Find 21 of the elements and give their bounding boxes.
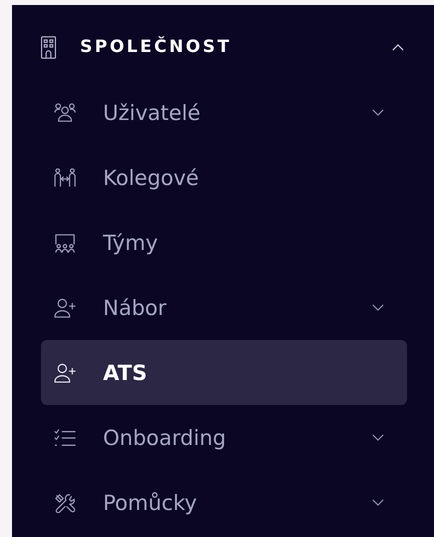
menu-item[interactable]: Uživatelé bbox=[41, 80, 407, 145]
chevron-icon bbox=[392, 44, 404, 50]
team-icon bbox=[54, 232, 76, 252]
menu-item[interactable]: Týmy bbox=[41, 210, 407, 275]
chevron-down-icon bbox=[372, 499, 384, 506]
chevron-down-icon bbox=[372, 434, 384, 441]
checklist-icon bbox=[54, 428, 76, 448]
menu-item[interactable]: Pomůcky bbox=[41, 470, 407, 535]
menu-item[interactable]: ATS bbox=[41, 340, 407, 405]
building-icon bbox=[41, 36, 56, 58]
menu-item[interactable]: Kolegové bbox=[41, 145, 407, 210]
people-exchange-icon bbox=[54, 168, 76, 188]
chevron-down-icon bbox=[372, 304, 384, 311]
user-plus-icon bbox=[54, 362, 76, 382]
section-header[interactable]: SPOLEČNOST bbox=[41, 14, 407, 80]
menu-item[interactable]: Onboarding bbox=[41, 405, 407, 470]
tools-icon bbox=[54, 492, 76, 512]
menu-item[interactable]: Nábor bbox=[41, 275, 407, 340]
user-plus-icon bbox=[54, 298, 76, 318]
users-icon bbox=[54, 102, 76, 122]
chevron-down-icon bbox=[372, 109, 384, 116]
